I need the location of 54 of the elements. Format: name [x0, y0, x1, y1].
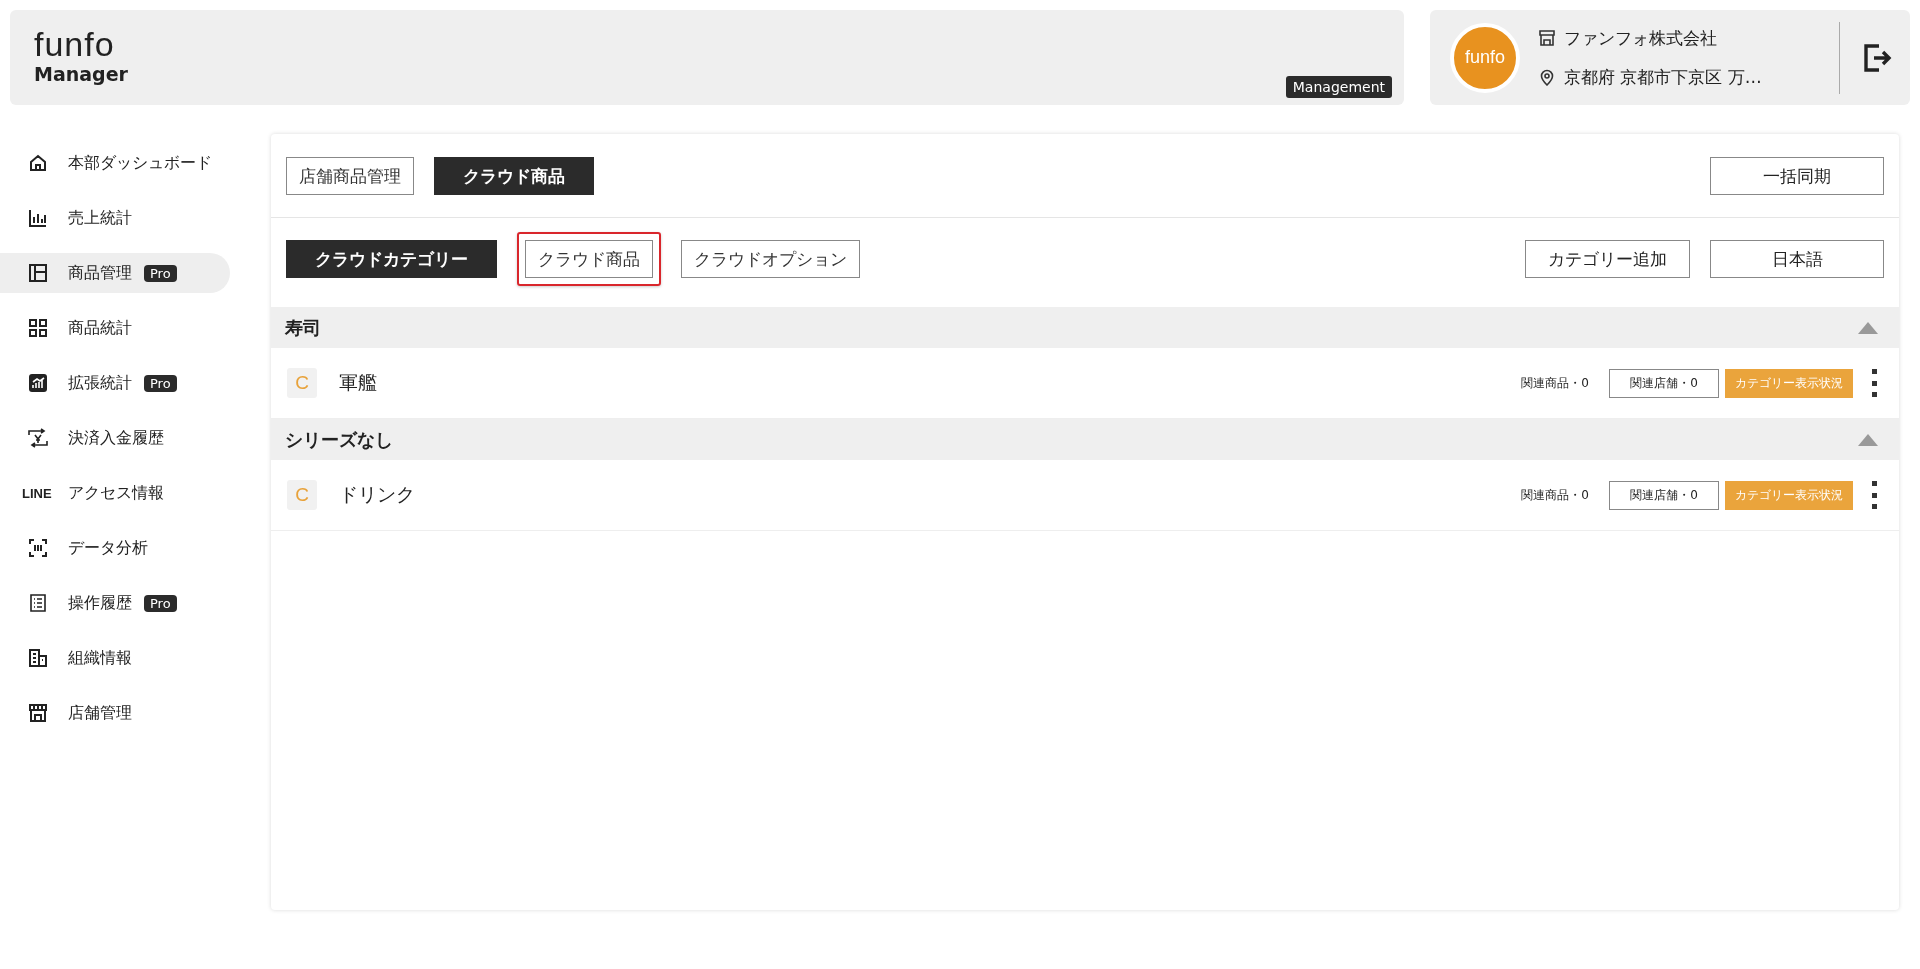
list-icon	[28, 593, 48, 613]
company-logo: funfo	[1450, 22, 1520, 93]
layout-icon	[28, 263, 48, 283]
related-products-count: 関連商品・0	[1521, 374, 1589, 392]
more-icon[interactable]	[1869, 481, 1879, 509]
logo-subtitle: Manager	[34, 63, 128, 85]
category-name: 軍艦	[339, 370, 377, 395]
sidebar-item[interactable]: LINE アクセス情報	[0, 473, 230, 513]
home-icon	[28, 153, 48, 173]
sidebar-item[interactable]: 店舗管理	[0, 693, 230, 733]
sub-tab[interactable]: クラウドカテゴリー	[286, 240, 497, 278]
sync-button[interactable]: 一括同期	[1710, 157, 1884, 195]
scan-icon	[28, 538, 48, 558]
mode-badge: Management	[1285, 76, 1392, 98]
logout-icon[interactable]	[1862, 41, 1892, 74]
store-icon	[1538, 29, 1556, 47]
grid-icon	[28, 318, 48, 338]
category-name: ドリンク	[339, 482, 415, 507]
sidebar-item[interactable]: 拡張統計 Pro	[0, 363, 230, 403]
line-logo: LINE	[22, 485, 53, 501]
sidebar-item[interactable]: 売上統計	[0, 198, 230, 238]
category-badge: C	[287, 480, 317, 510]
sidebar-item[interactable]: 本部ダッシュボード	[0, 143, 230, 183]
sidebar-item[interactable]: 組織情報	[0, 638, 230, 678]
group-header[interactable]: 寿司	[271, 307, 1899, 348]
group-header[interactable]: シリーズなし	[271, 419, 1899, 460]
sidebar-item[interactable]: 商品統計	[0, 308, 230, 348]
sidebar-item[interactable]: 決済入金履歴	[0, 418, 230, 458]
sub-tab[interactable]: クラウドオプション	[681, 240, 860, 278]
pro-badge: Pro	[144, 594, 177, 612]
company-name: ファンフォ株式会社	[1564, 26, 1717, 50]
bar-chart-icon	[28, 208, 48, 228]
related-stores-button[interactable]: 関連店舗・0	[1609, 368, 1719, 398]
sidebar-item[interactable]: 商品管理 Pro	[0, 253, 230, 293]
chart-icon	[28, 373, 48, 393]
sub-tab[interactable]: クラウド商品	[525, 240, 653, 278]
store-icon	[28, 703, 48, 723]
category-badge: C	[287, 368, 317, 398]
yen-transfer-icon	[28, 428, 48, 448]
related-products-count: 関連商品・0	[1521, 486, 1589, 504]
sidebar-item[interactable]: 操作履歴 Pro	[0, 583, 230, 623]
store-address: 京都府 京都市下京区 万…	[1564, 65, 1762, 89]
more-icon[interactable]	[1869, 369, 1879, 397]
language-button[interactable]: 日本語	[1710, 240, 1884, 278]
tab[interactable]: 店舗商品管理	[286, 157, 414, 195]
pro-badge: Pro	[144, 264, 177, 282]
sidebar-item[interactable]: データ分析	[0, 528, 230, 568]
logo-text: funfo	[34, 27, 116, 61]
add-category-button[interactable]: カテゴリー追加	[1525, 240, 1690, 278]
related-stores-button[interactable]: 関連店舗・0	[1609, 480, 1719, 510]
pro-badge: Pro	[144, 374, 177, 392]
location-pin-icon	[1538, 68, 1556, 86]
tab[interactable]: クラウド商品	[434, 157, 594, 195]
building-icon	[28, 648, 48, 668]
